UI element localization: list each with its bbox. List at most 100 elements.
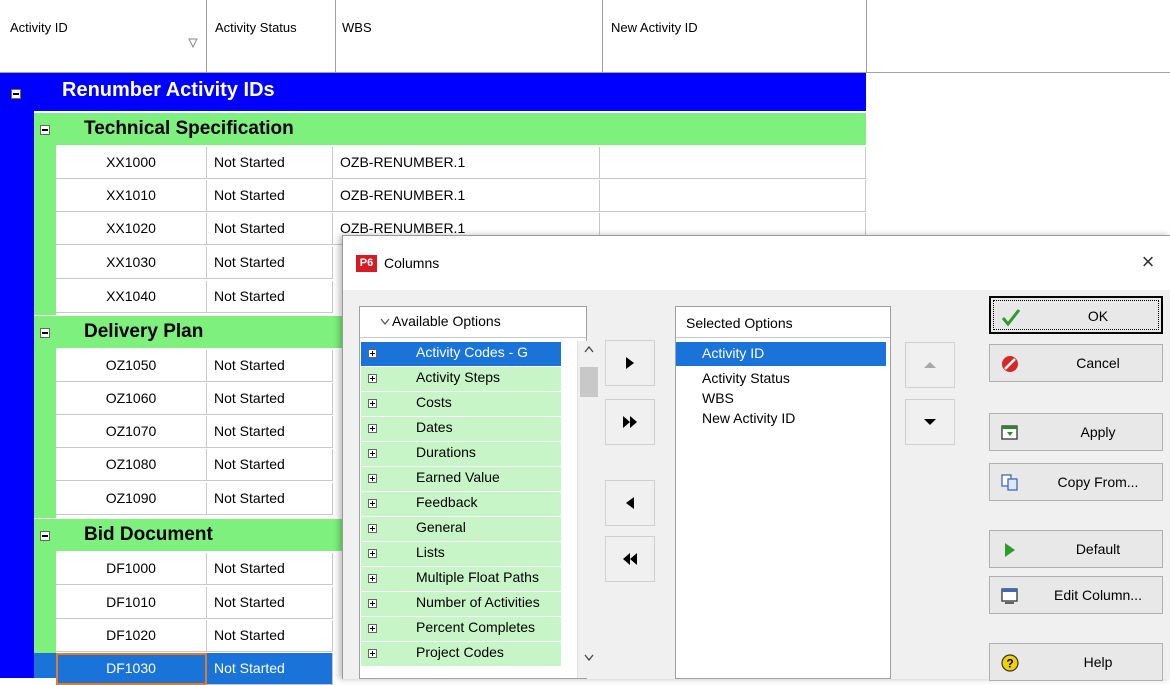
edit-column-icon: [1001, 588, 1018, 604]
activity-id-cell: XX1010: [56, 180, 207, 212]
available-option-label: Multiple Float Paths: [416, 569, 539, 585]
activity-status-cell: Not Started: [207, 449, 333, 481]
available-option-item[interactable]: Percent Completes: [361, 617, 561, 641]
close-icon[interactable]: ×: [1135, 248, 1161, 276]
dialog-titlebar[interactable]: P6 Columns ×: [343, 236, 1170, 290]
wbs-indent-band: [34, 348, 56, 518]
move-down-icon: [924, 419, 936, 425]
activity-status-cell: Not Started: [207, 180, 333, 212]
available-options-label: Available Options: [392, 313, 501, 329]
expand-icon[interactable]: [368, 349, 377, 358]
activity-status-cell: Not Started: [207, 653, 333, 685]
remove-all-options-button[interactable]: [605, 536, 655, 582]
copy-from-button[interactable]: Copy From...: [989, 463, 1163, 501]
project-row[interactable]: Renumber Activity IDs: [0, 73, 866, 111]
double-arrow-right-icon: [623, 416, 637, 428]
expand-icon[interactable]: [368, 549, 377, 558]
activity-status-cell: Not Started: [207, 281, 333, 313]
activity-status-cell: Not Started: [207, 147, 333, 179]
new-activity-id-cell[interactable]: [600, 147, 866, 179]
remove-option-button[interactable]: [605, 480, 655, 526]
ok-label: OK: [1087, 308, 1109, 324]
expand-icon[interactable]: [368, 499, 377, 508]
expand-icon[interactable]: [368, 524, 377, 533]
column-header-label: New Activity ID: [611, 20, 698, 35]
cancel-button[interactable]: Cancel: [989, 344, 1163, 382]
arrow-right-icon: [626, 357, 634, 369]
play-icon: [1005, 543, 1015, 557]
activity-id-cell: OZ1060: [56, 383, 207, 415]
collapse-icon[interactable]: [40, 125, 50, 135]
wbs-row-technical-specification[interactable]: Technical Specification: [34, 113, 866, 145]
expand-icon[interactable]: [368, 574, 377, 583]
expand-icon[interactable]: [368, 474, 377, 483]
expand-icon[interactable]: [368, 649, 377, 658]
default-button[interactable]: Default: [989, 530, 1163, 568]
collapse-icon[interactable]: [11, 89, 21, 99]
available-option-item[interactable]: Project Codes: [361, 642, 561, 666]
column-header-activity-id[interactable]: Activity ID: [0, 0, 207, 72]
add-option-button[interactable]: [605, 340, 655, 386]
available-option-item[interactable]: Feedback: [361, 492, 561, 516]
expand-icon[interactable]: [368, 374, 377, 383]
available-option-item[interactable]: Multiple Float Paths: [361, 567, 561, 591]
wbs-indent-band: [34, 145, 56, 315]
wbs-title: Technical Specification: [84, 118, 294, 139]
available-options-header[interactable]: Available Options: [360, 307, 586, 338]
expand-icon[interactable]: [368, 449, 377, 458]
edit-column-button[interactable]: Edit Column...: [989, 576, 1163, 614]
available-option-item[interactable]: Durations: [361, 442, 561, 466]
column-header-label: Activity Status: [215, 20, 297, 35]
column-header-new-activity-id[interactable]: New Activity ID: [603, 0, 867, 72]
columns-dialog: P6 Columns × Available Options Selected …: [342, 235, 1170, 681]
expand-icon[interactable]: [368, 624, 377, 633]
grid-header: Activity ID Activity Status WBS New Acti…: [0, 0, 1170, 73]
ok-button[interactable]: OK: [989, 296, 1163, 334]
activity-status-cell: Not Started: [207, 350, 333, 382]
copy-icon: [1001, 474, 1018, 491]
selected-option-item[interactable]: New Activity ID: [676, 407, 886, 431]
arrow-left-icon: [626, 497, 634, 509]
collapse-icon[interactable]: [40, 328, 50, 338]
available-option-item[interactable]: Activity Steps: [361, 367, 561, 391]
scroll-up-icon[interactable]: [584, 346, 594, 353]
move-up-button[interactable]: [905, 342, 955, 388]
expand-icon[interactable]: [368, 599, 377, 608]
activity-status-cell: Not Started: [207, 383, 333, 415]
available-option-item[interactable]: Number of Activities: [361, 592, 561, 616]
scroll-thumb[interactable]: [580, 367, 598, 397]
help-button[interactable]: ? Help: [989, 643, 1163, 681]
available-option-label: Costs: [416, 394, 452, 410]
move-down-button[interactable]: [905, 399, 955, 445]
help-label: Help: [1083, 654, 1113, 670]
available-option-item[interactable]: Dates: [361, 417, 561, 441]
wbs-cell: OZB-RENUMBER.1: [333, 147, 600, 179]
column-header-wbs[interactable]: WBS: [336, 0, 603, 72]
activity-id-cell: OZ1050: [56, 350, 207, 382]
apply-button[interactable]: Apply: [989, 413, 1163, 451]
available-option-item[interactable]: Costs: [361, 392, 561, 416]
available-option-item[interactable]: Lists: [361, 542, 561, 566]
available-option-item[interactable]: Earned Value: [361, 467, 561, 491]
dialog-title: Columns: [384, 255, 440, 271]
scroll-down-icon[interactable]: [584, 654, 594, 661]
activity-id-cell: DF1000: [56, 553, 207, 585]
expand-icon[interactable]: [368, 399, 377, 408]
selected-option-item[interactable]: Activity ID: [676, 342, 886, 366]
activity-id-cell: OZ1080: [56, 449, 207, 481]
activity-status-cell: Not Started: [207, 620, 333, 652]
collapse-icon[interactable]: [40, 531, 50, 541]
selected-options-label: Selected Options: [686, 315, 793, 331]
available-option-item[interactable]: General: [361, 517, 561, 541]
default-label: Default: [1075, 541, 1121, 557]
move-up-icon: [924, 362, 936, 368]
available-option-label: Activity Steps: [416, 369, 501, 385]
available-options-scrollbar[interactable]: [577, 341, 600, 678]
column-header-activity-status[interactable]: Activity Status: [207, 0, 336, 72]
available-option-item[interactable]: Activity Codes - G: [361, 342, 561, 366]
activity-id-cell: OZ1090: [56, 483, 207, 515]
add-all-options-button[interactable]: [605, 399, 655, 445]
expand-icon[interactable]: [368, 424, 377, 433]
activity-id-cell: OZ1070: [56, 416, 207, 448]
new-activity-id-cell[interactable]: [600, 180, 866, 212]
